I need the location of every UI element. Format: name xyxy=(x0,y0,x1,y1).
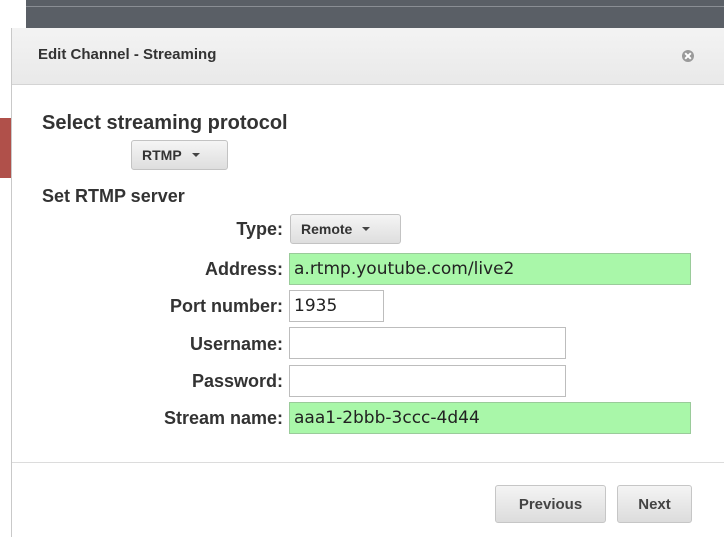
stream-name-input[interactable] xyxy=(289,402,691,434)
username-label: Username: xyxy=(189,334,283,354)
type-label: Type: xyxy=(236,219,283,239)
server-type-selected: Remote xyxy=(301,221,353,237)
username-input[interactable] xyxy=(289,327,566,359)
close-icon[interactable] xyxy=(682,50,694,62)
password-label: Password: xyxy=(191,371,283,391)
stream-name-label: Stream name: xyxy=(163,408,283,428)
footer-divider xyxy=(12,462,724,463)
previous-button[interactable]: Previous xyxy=(495,485,606,523)
edit-channel-dialog: Edit Channel - Streaming Select streamin… xyxy=(11,28,724,537)
address-label: Address: xyxy=(204,259,283,279)
server-type-dropdown[interactable]: Remote xyxy=(290,214,401,244)
port-input[interactable] xyxy=(289,290,384,322)
address-input[interactable] xyxy=(289,253,691,285)
server-heading: Set RTMP server xyxy=(42,186,185,206)
port-label: Port number: xyxy=(169,296,283,316)
caret-down-icon xyxy=(191,153,200,157)
dialog-title: Edit Channel - Streaming xyxy=(38,46,217,63)
protocol-selected: RTMP xyxy=(142,147,182,163)
protocol-heading: Select streaming protocol xyxy=(42,112,288,134)
background-divider xyxy=(26,6,724,7)
caret-down-icon xyxy=(362,227,371,231)
password-input[interactable] xyxy=(289,365,566,397)
next-button[interactable]: Next xyxy=(617,485,692,523)
protocol-dropdown[interactable]: RTMP xyxy=(131,140,228,170)
dialog-titlebar: Edit Channel - Streaming xyxy=(12,28,724,85)
background-window xyxy=(26,0,724,28)
